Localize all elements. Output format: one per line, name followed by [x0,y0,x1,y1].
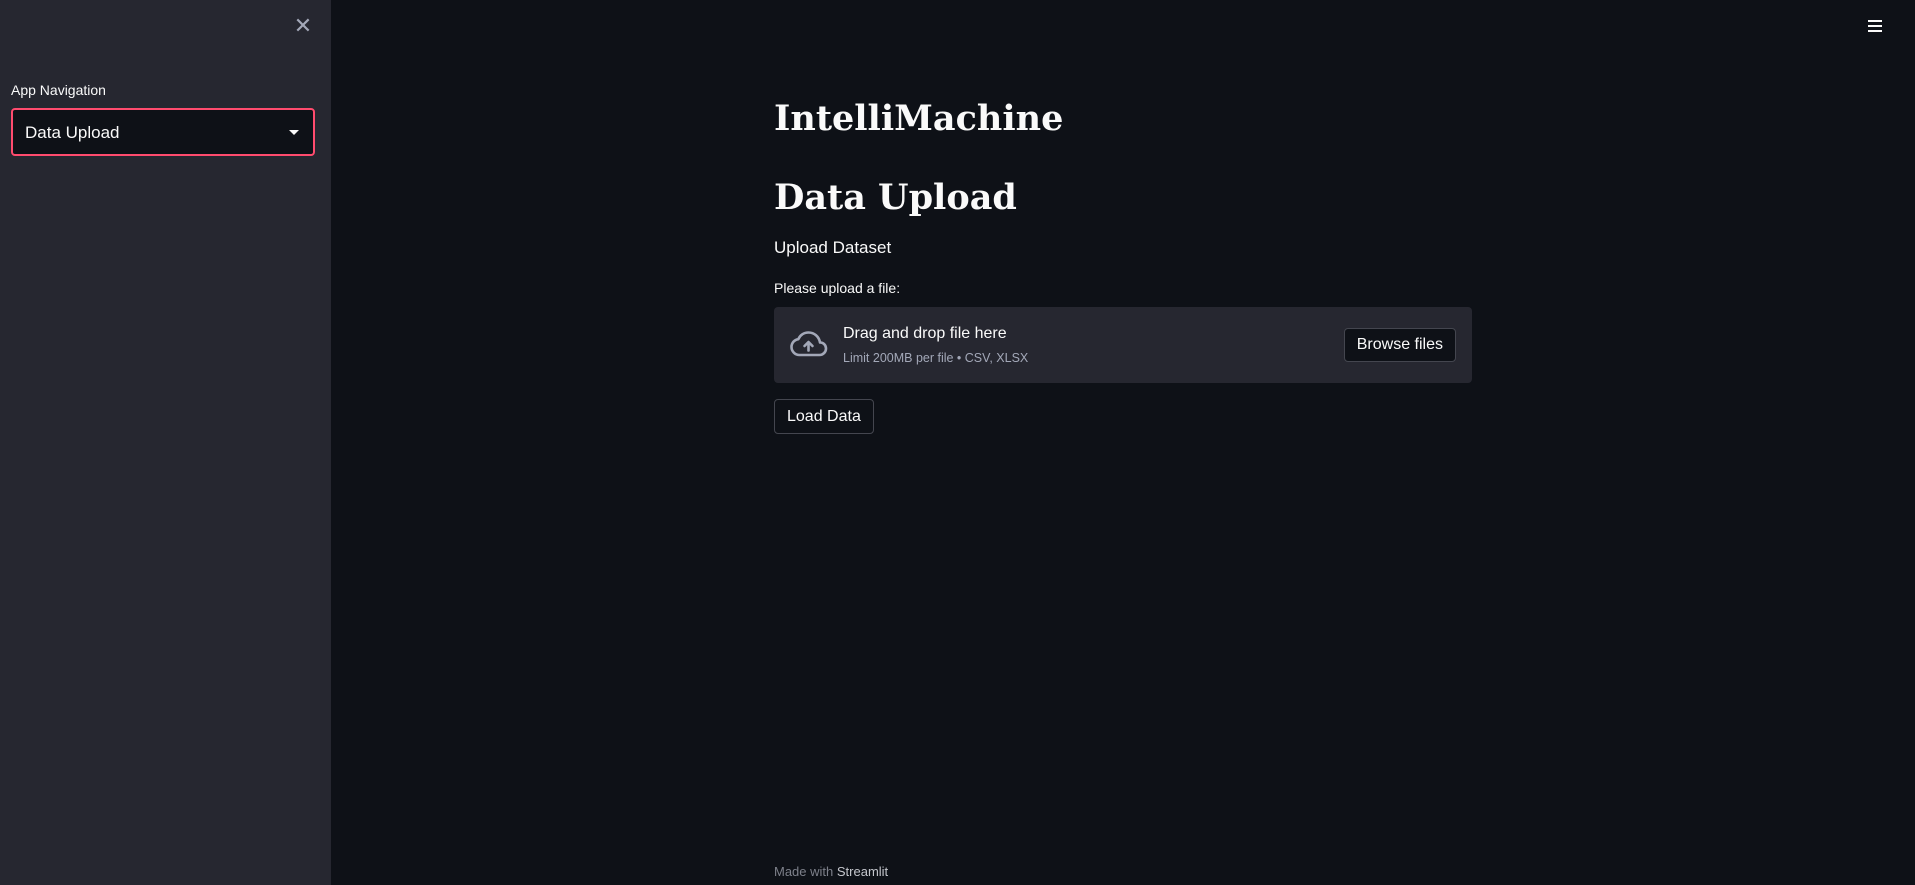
hamburger-menu-icon[interactable] [1867,18,1883,34]
cloud-upload-icon [790,331,828,357]
page-title: Data Upload [774,177,1017,218]
main-content: IntelliMachine Data Upload Upload Datase… [331,0,1915,885]
load-data-button[interactable]: Load Data [774,399,874,434]
app-navigation-select[interactable]: Data Upload [11,108,315,156]
app-navigation-selected-value: Data Upload [25,123,120,142]
dropzone-limit-text: Limit 200MB per file • CSV, XLSX [843,351,1029,365]
dropzone-title: Drag and drop file here [843,325,1007,342]
file-uploader-label: Please upload a file: [774,280,901,296]
sidebar: ✕ App Navigation Data Upload [0,0,331,885]
footer: Made with Streamlit [774,864,888,879]
footer-prefix: Made with [774,864,834,879]
close-icon[interactable]: ✕ [291,14,315,38]
app-title: IntelliMachine [774,98,1064,139]
browse-files-button[interactable]: Browse files [1343,328,1456,362]
file-dropzone[interactable]: Drag and drop file here Limit 200MB per … [774,307,1472,383]
streamlit-link[interactable]: Streamlit [837,864,888,879]
chevron-down-icon [289,130,299,135]
section-text: Upload Dataset [774,238,892,257]
app-navigation-label: App Navigation [11,82,106,98]
